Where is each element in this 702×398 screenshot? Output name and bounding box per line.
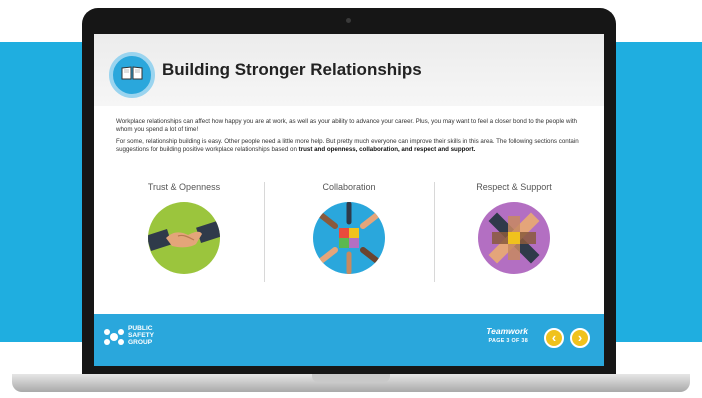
psg-logo-text: PUBLIC SAFETY GROUP — [128, 325, 154, 346]
topic-label-respect: Respect & Support — [476, 182, 552, 192]
psg-logo-icon — [102, 326, 126, 353]
logo-line: PUBLIC — [128, 325, 153, 332]
course-title: Teamwork — [486, 326, 528, 336]
interlocked-arms-icon[interactable] — [478, 202, 550, 274]
topic-label-collaboration: Collaboration — [322, 182, 376, 192]
page-indicator: PAGE 3 OF 38 — [488, 338, 528, 344]
puzzle-hands-icon[interactable] — [313, 202, 385, 274]
intro-paragraph: Workplace relationships can affect how h… — [116, 118, 577, 133]
column-divider — [434, 182, 435, 282]
column-divider — [264, 182, 265, 282]
logo-line: SAFETY — [128, 332, 155, 339]
page-header: Building Stronger Relationships — [94, 34, 604, 106]
page-title: Building Stronger Relationships — [162, 60, 422, 79]
detail-paragraph-bold: trust and openness, collaboration, and r… — [298, 145, 476, 153]
laptop-frame: Building Stronger Relationships Workplac… — [82, 8, 616, 382]
course-screen: Building Stronger Relationships Workplac… — [94, 34, 604, 366]
next-button[interactable]: › — [570, 328, 590, 348]
course-footer: PUBLIC SAFETY GROUP Teamwork PAGE 3 OF 3… — [94, 314, 604, 366]
topic-label-trust: Trust & Openness — [147, 182, 221, 192]
handshake-icon[interactable] — [148, 202, 220, 274]
laptop-notch — [312, 374, 390, 382]
book-icon — [109, 52, 155, 98]
previous-button[interactable]: ‹ — [544, 328, 564, 348]
camera-icon — [346, 18, 351, 23]
detail-paragraph: For some, relationship building is easy.… — [116, 138, 584, 153]
logo-line: GROUP — [128, 339, 153, 346]
laptop-base — [12, 374, 690, 392]
